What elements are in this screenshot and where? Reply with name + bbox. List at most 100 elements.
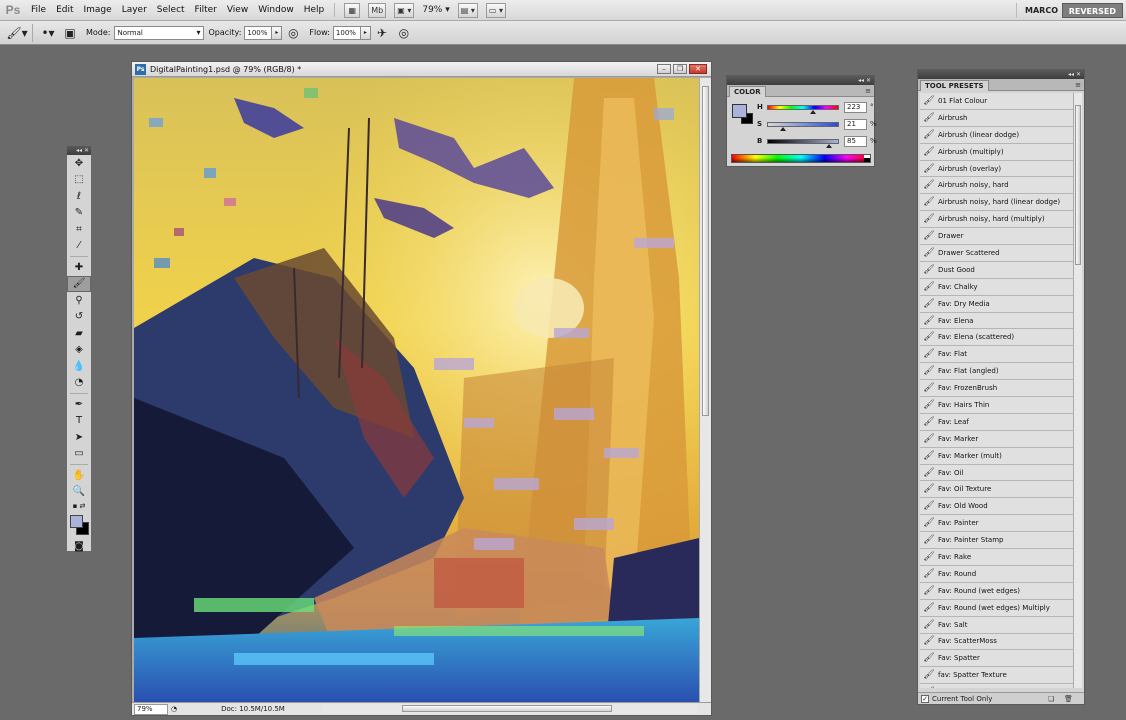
brightness-slider-knob[interactable] — [826, 143, 833, 148]
paint-bucket-tool-icon[interactable]: ◈ — [67, 342, 91, 359]
tool-preset-item[interactable]: 🖌 Drawer — [920, 228, 1073, 246]
tool-preset-item[interactable]: 🖌 Airbrush (overlay) — [920, 160, 1073, 178]
brush-tool-icon[interactable]: 🖌 — [67, 275, 91, 292]
blur-tool-icon[interactable]: 💧 — [67, 358, 91, 375]
saturation-slider-knob[interactable] — [780, 126, 787, 131]
menu-help[interactable]: Help — [299, 0, 330, 21]
current-tool-only-checkbox[interactable]: ✓ — [921, 694, 929, 703]
menu-select[interactable]: Select — [152, 0, 190, 21]
screen-mode-button[interactable]: ▭ ▾ — [485, 2, 506, 18]
view-extras-button[interactable]: ▣ ▾ — [394, 2, 415, 18]
workspace-marco[interactable]: MARCO — [1016, 3, 1066, 18]
color-panel-foreground-swatch[interactable] — [732, 104, 747, 118]
marquee-tool-icon[interactable]: ⬚ — [67, 172, 91, 189]
tool-preset-item[interactable]: 🖌 Fav: Chalky — [920, 278, 1073, 296]
menu-file[interactable]: File — [26, 0, 51, 21]
hue-field[interactable]: 223 — [844, 101, 867, 113]
menu-layer[interactable]: Layer — [117, 0, 152, 21]
tool-preset-picker[interactable]: 🖌▾ — [6, 24, 28, 42]
painting-canvas[interactable] — [134, 78, 699, 702]
tool-preset-item[interactable]: 🖌 Fav: Round — [920, 565, 1073, 583]
close-icon[interactable]: ✕ — [689, 64, 707, 74]
menu-filter[interactable]: Filter — [190, 0, 222, 21]
eyedropper-tool-icon[interactable]: ⁄ — [67, 238, 91, 255]
tool-presets-header[interactable]: ◂◂ ✕ — [918, 70, 1084, 79]
menu-edit[interactable]: Edit — [51, 0, 78, 21]
document-title-bar[interactable]: Ps DigitalPainting1.psd @ 79% (RGB/8) * … — [132, 62, 711, 77]
hand-tool-icon[interactable]: ✋ — [67, 467, 91, 484]
tool-preset-item[interactable]: 🖌 Fav: Elena — [920, 312, 1073, 330]
tool-preset-item[interactable]: 🖌 Fav: Painter Stamp — [920, 532, 1073, 550]
saturation-slider[interactable] — [767, 121, 839, 131]
clone-stamp-tool-icon[interactable]: ⚲ — [67, 292, 91, 309]
zoom-tool-icon[interactable]: 🔍 — [67, 484, 91, 501]
move-tool-icon[interactable]: ✥ — [67, 155, 91, 172]
history-brush-tool-icon[interactable]: ↺ — [67, 309, 91, 326]
menu-view[interactable]: View — [222, 0, 253, 21]
tool-preset-item[interactable]: 🖌 Drawer Scattered — [920, 245, 1073, 262]
tool-preset-item[interactable]: 🖌 Fav: Round (wet edges) — [920, 582, 1073, 600]
panel-menu-icon[interactable]: ≡ — [1075, 81, 1081, 89]
tool-preset-item[interactable]: 🖌 Fav: ScatterMoss — [920, 633, 1073, 651]
color-spectrum-bar[interactable] — [731, 154, 871, 163]
tool-preset-item[interactable]: 🖌 Fav: Spatter — [920, 650, 1073, 668]
brightness-field[interactable]: 85 — [844, 135, 867, 147]
tool-preset-item[interactable]: 🖌 Airbrush (multiply) — [920, 143, 1073, 161]
tool-preset-item[interactable]: 🖌 Fav: Old Wood — [920, 498, 1073, 516]
lasso-tool-icon[interactable]: ℓ — [67, 188, 91, 205]
tools-panel-header[interactable]: ◂◂ ✕ — [67, 146, 91, 155]
presets-scrollbar[interactable] — [1073, 93, 1082, 688]
tool-preset-item[interactable]: 🖌 Airbrush noisy, hard (multiply) — [920, 211, 1073, 229]
quick-mask-icon[interactable]: ◙ — [67, 538, 91, 555]
tool-preset-item[interactable]: 🖌Fav: Splatter — [920, 684, 1073, 688]
default-colors-swap-icon[interactable]: ▪ ⇄ — [67, 500, 91, 512]
tool-preset-item[interactable]: 🖌 fav: Spatter Texture — [920, 667, 1073, 685]
opacity-field[interactable]: 100% — [244, 25, 273, 40]
flow-field[interactable]: 100% — [332, 25, 361, 40]
zoom-field[interactable]: 79% — [134, 703, 168, 715]
tool-preset-item[interactable]: 🖌 Airbrush (linear dodge) — [920, 126, 1073, 144]
workspace-reversed[interactable]: REVERSED — [1061, 3, 1123, 18]
arrange-documents-button[interactable]: ▤ ▾ — [457, 2, 478, 18]
vertical-scroll-thumb[interactable] — [702, 86, 709, 416]
tool-preset-item[interactable]: 🖌 Fav: Elena (scattered) — [920, 329, 1073, 347]
saturation-field[interactable]: 21 — [844, 118, 867, 130]
menu-image[interactable]: Image — [79, 0, 117, 21]
spectrum-black-swatch[interactable] — [864, 158, 870, 162]
presets-scroll-thumb[interactable] — [1075, 105, 1081, 265]
dodge-tool-icon[interactable]: ◔ — [67, 375, 91, 392]
brush-panel-toggle-icon[interactable]: ▣ — [59, 24, 81, 42]
tool-preset-item[interactable]: 🖌 Fav: Round (wet edges) Multiply — [920, 599, 1073, 617]
tool-preset-item[interactable]: 🖌 Airbrush noisy, hard — [920, 177, 1073, 195]
tool-preset-item[interactable]: 🖌 Airbrush noisy, hard (linear dodge) — [920, 194, 1073, 212]
color-tab[interactable]: COLOR — [729, 86, 766, 97]
path-selection-tool-icon[interactable]: ➤ — [67, 429, 91, 446]
tool-preset-item[interactable]: 🖌 Fav: Marker — [920, 430, 1073, 448]
new-preset-icon[interactable]: ❏ — [1048, 695, 1058, 703]
airbrush-icon[interactable]: ✈ — [371, 24, 393, 42]
tool-preset-item[interactable]: 🖌 Fav: Oil Texture — [920, 481, 1073, 499]
shape-tool-icon[interactable]: ▭ — [67, 446, 91, 463]
color-panel-header[interactable]: ◂◂ ✕ — [727, 76, 874, 85]
panel-menu-icon[interactable]: ≡ — [865, 87, 871, 95]
eraser-tool-icon[interactable]: ▰ — [67, 325, 91, 342]
tool-preset-item[interactable]: 🖌 Fav: Hairs Thin — [920, 397, 1073, 414]
hue-slider[interactable] — [767, 104, 839, 114]
tool-preset-item[interactable]: 🖌 Fav: Leaf — [920, 413, 1073, 431]
delete-preset-icon[interactable]: 🗑 — [1064, 695, 1074, 703]
quick-select-tool-icon[interactable]: ✎ — [67, 205, 91, 222]
pressure-size-icon[interactable]: ◎ — [393, 24, 415, 42]
crop-tool-icon[interactable]: ⌗ — [67, 221, 91, 238]
opacity-slider-arrow[interactable]: ▸ — [272, 25, 283, 40]
brightness-slider[interactable] — [767, 138, 839, 148]
tool-preset-item[interactable]: 🖌 Fav: Salt — [920, 616, 1073, 634]
tool-preset-item[interactable]: 🖌 Fav: Flat (angled) — [920, 363, 1073, 381]
horizontal-scrollbar[interactable] — [322, 704, 697, 714]
minimize-icon[interactable]: – — [657, 64, 671, 74]
pen-tool-icon[interactable]: ✒ — [67, 396, 91, 413]
pressure-opacity-icon[interactable]: ◎ — [282, 24, 304, 42]
tool-preset-item[interactable]: 🖌 Airbrush — [920, 109, 1073, 127]
tool-preset-item[interactable]: 🖌 Fav: FrozenBrush — [920, 380, 1073, 398]
tool-preset-item[interactable]: 🖌 Fav: Oil — [920, 464, 1073, 482]
tool-preset-item[interactable]: 🖌 Fav: Dry Media — [920, 295, 1073, 313]
